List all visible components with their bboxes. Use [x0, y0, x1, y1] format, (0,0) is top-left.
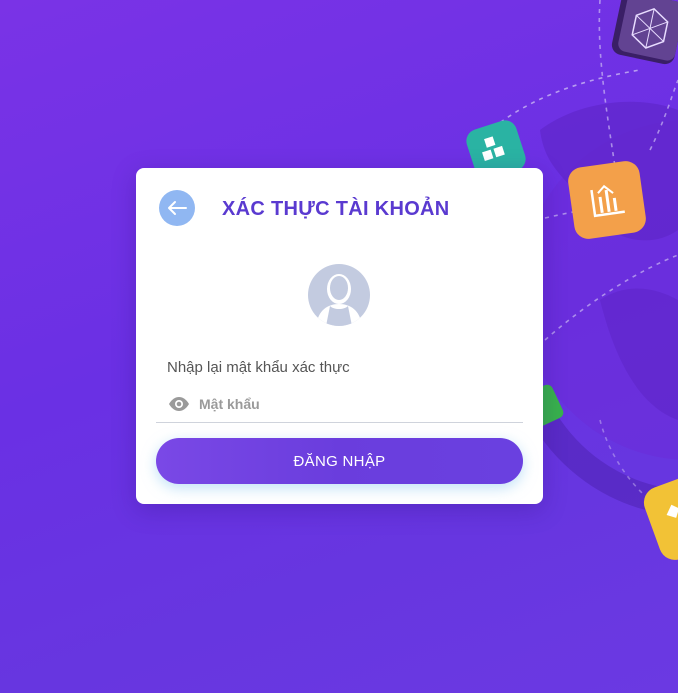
arrow-left-icon: [168, 201, 187, 215]
globe-shape: [520, 120, 678, 460]
page-title: XÁC THỰC TÀI KHOẢN: [222, 198, 450, 220]
password-field: [156, 386, 523, 423]
orbit-ring: [533, 412, 663, 513]
yellow-tile: [643, 470, 678, 560]
back-button[interactable]: [159, 190, 195, 226]
dark-hexagon-tile: [611, 0, 678, 65]
orange-chart-tile: [568, 161, 646, 239]
password-field-label: Nhập lại mật khẩu xác thực: [167, 359, 350, 376]
eye-icon[interactable]: [168, 396, 190, 412]
password-input[interactable]: [199, 396, 499, 412]
user-avatar-icon: [308, 264, 370, 326]
dashed-orbit: [479, 69, 641, 141]
auth-card: XÁC THỰC TÀI KHOẢN Nhập lại mật khẩu xác…: [136, 168, 543, 504]
globe-continents: [540, 101, 678, 241]
login-button[interactable]: ĐĂNG NHẬP: [156, 438, 523, 484]
